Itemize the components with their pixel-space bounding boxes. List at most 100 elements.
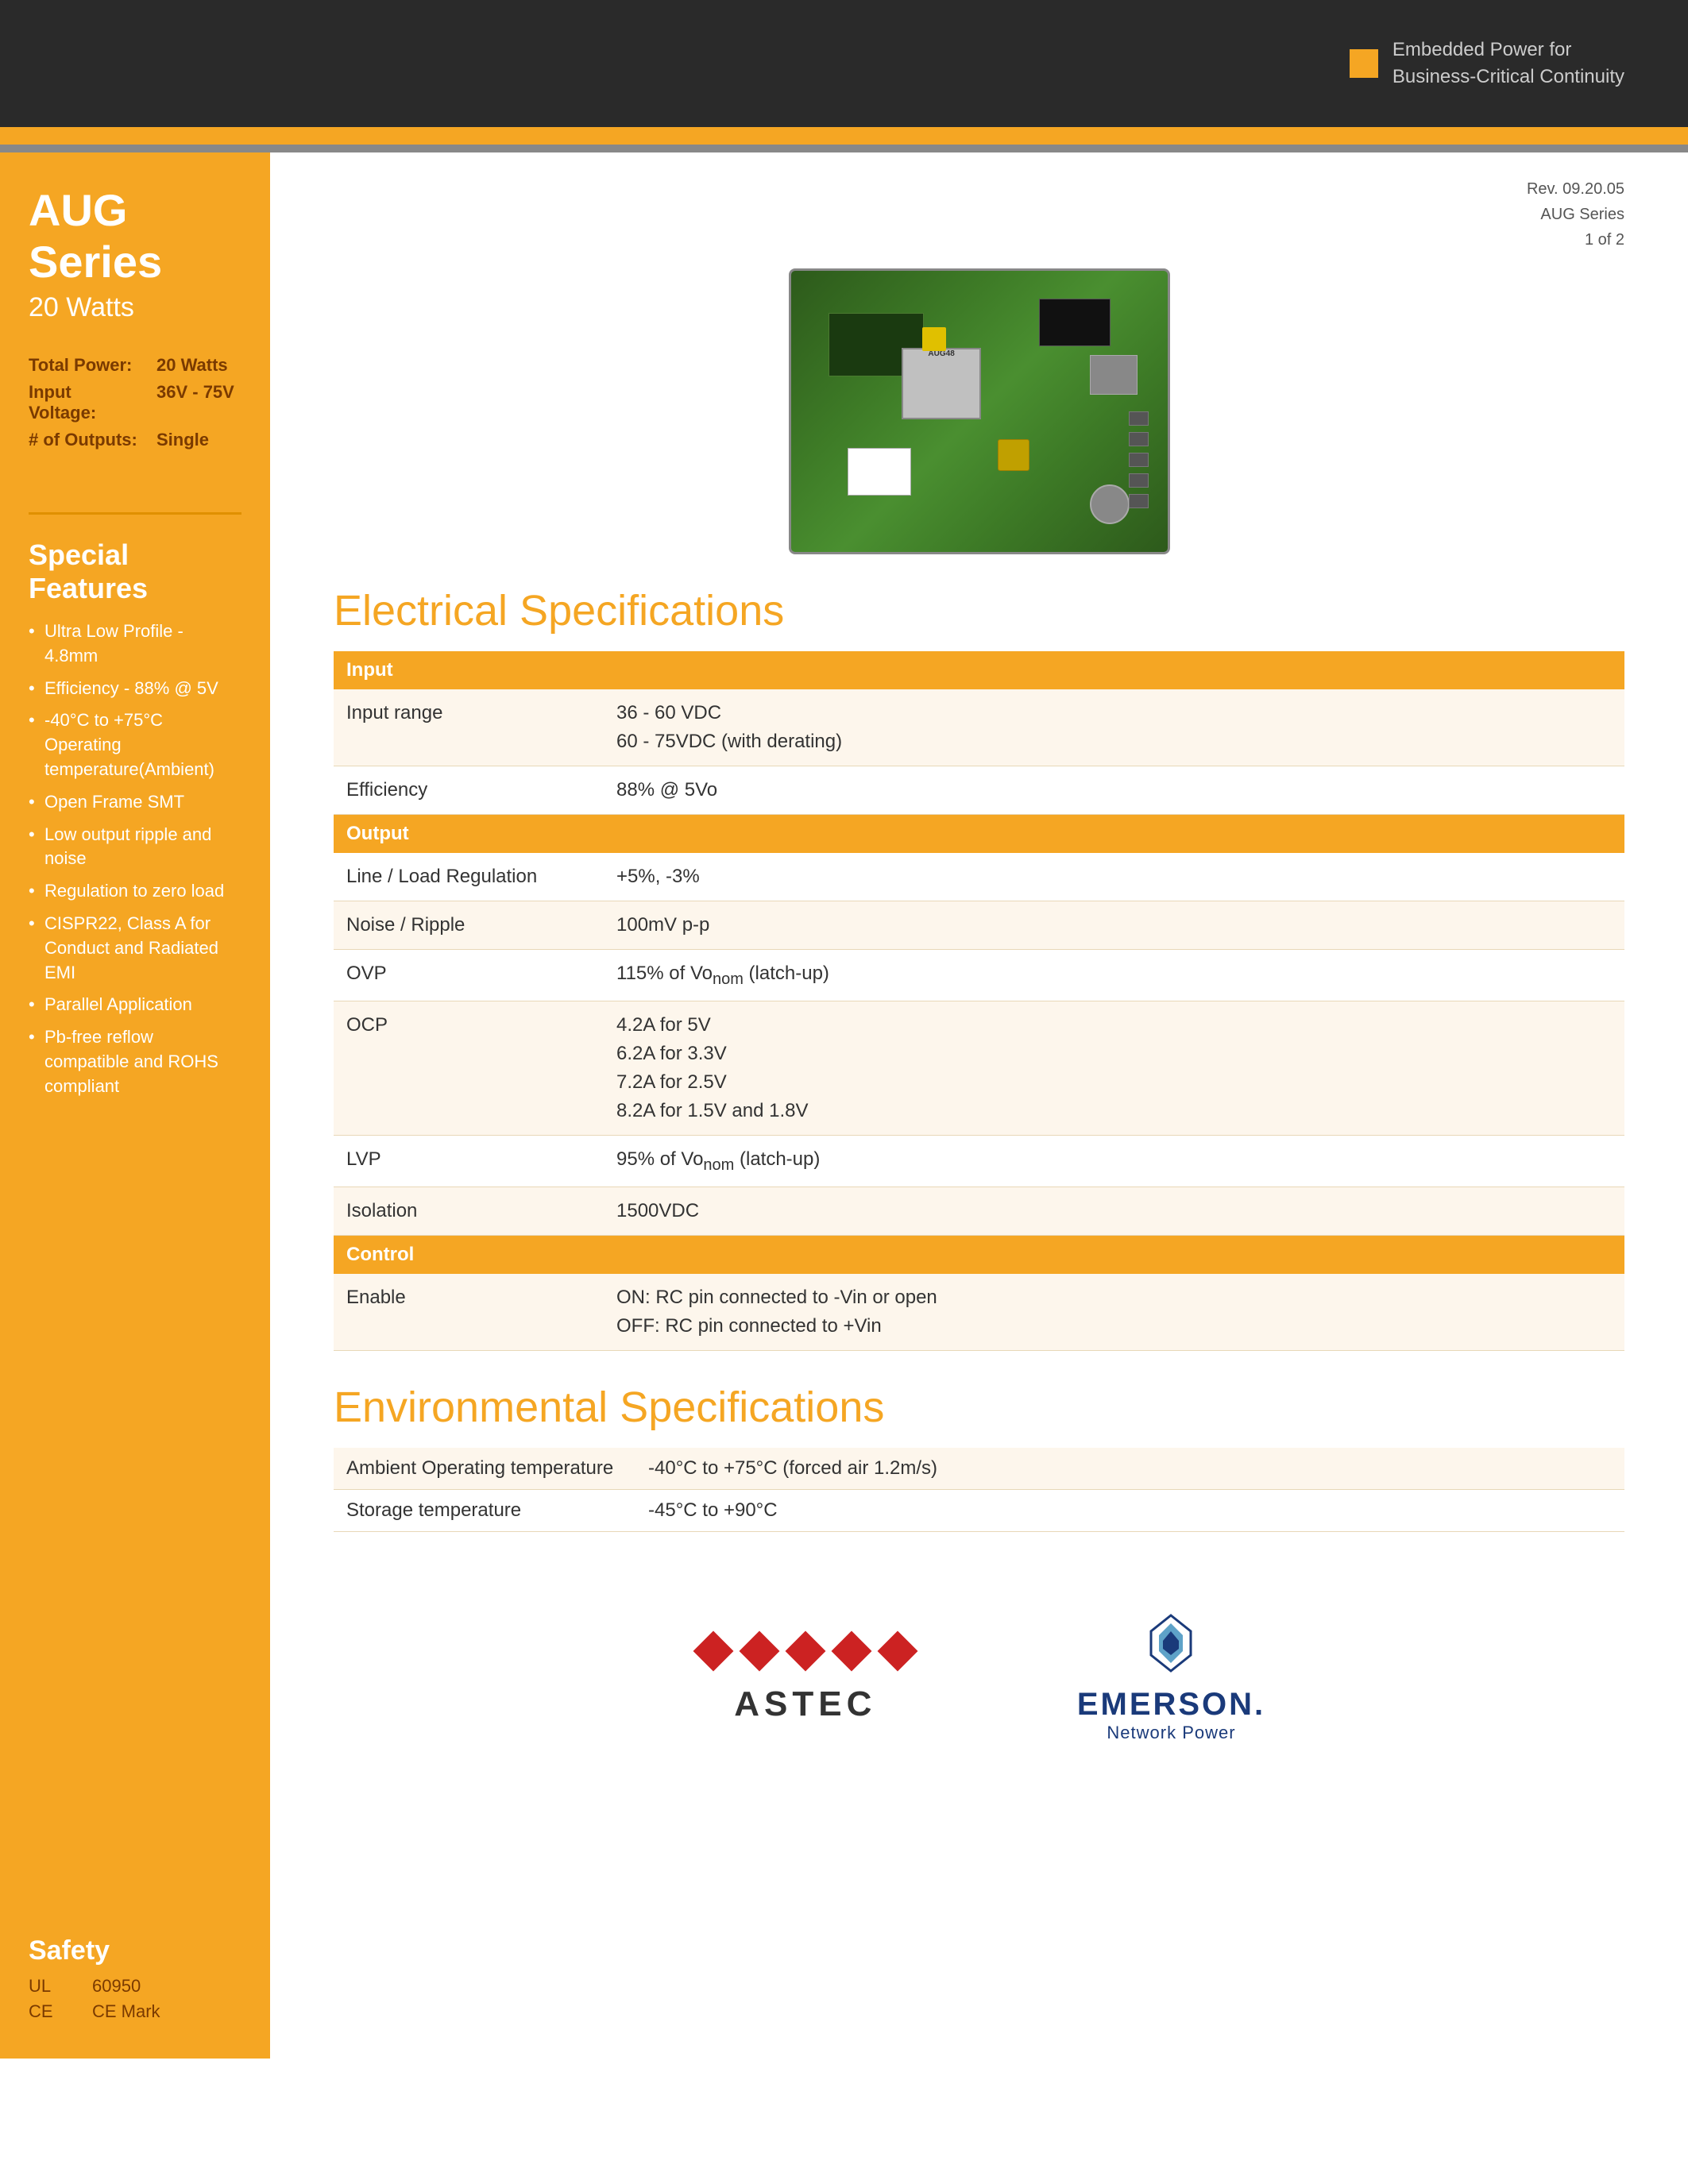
header: Embedded Power for Business-Critical Con…: [0, 0, 1688, 127]
environmental-specs-title: Environmental Specifications: [334, 1383, 1624, 1432]
product-image: AUG48: [789, 268, 1170, 554]
rev-line2: AUG Series: [334, 202, 1624, 227]
line-load-label: Line / Load Regulation: [334, 853, 604, 901]
electrical-specs-title: Electrical Specifications: [334, 586, 1624, 635]
output-header-row: Output: [334, 815, 1624, 854]
input-range-value: 36 - 60 VDC60 - 75VDC (with derating): [604, 689, 1624, 766]
tagline-line1: Embedded Power for: [1393, 37, 1624, 64]
electrical-specs-table: Input Input range 36 - 60 VDC60 - 75VDC …: [334, 651, 1624, 1351]
rev-line1: Rev. 09.20.05: [334, 176, 1624, 202]
control-header-row: Control: [334, 1235, 1624, 1274]
lvp-row: LVP 95% of Vonom (latch-up): [334, 1135, 1624, 1187]
feature-0: Ultra Low Profile - 4.8mm: [29, 619, 241, 669]
efficiency-row: Efficiency 88% @ 5Vo: [334, 766, 1624, 815]
content-area: Rev. 09.20.05 AUG Series 1 of 2 AUG48: [270, 152, 1688, 2059]
input-header-row: Input: [334, 651, 1624, 689]
efficiency-value: 88% @ 5Vo: [604, 766, 1624, 815]
rev-info: Rev. 09.20.05 AUG Series 1 of 2: [334, 152, 1624, 253]
header-tagline-text: Embedded Power for Business-Critical Con…: [1393, 37, 1624, 90]
line-load-value: +5%, -3%: [604, 853, 1624, 901]
storage-temp-value: -45°C to +90°C: [635, 1489, 1624, 1531]
header-tagline: Embedded Power for Business-Critical Con…: [1350, 37, 1624, 90]
enable-value: ON: RC pin connected to -Vin or open OFF…: [604, 1274, 1624, 1351]
series-title: AUG Series: [29, 184, 241, 287]
spec-value-outputs: Single: [156, 430, 209, 450]
emerson-logo: EMERSON. Network Power: [1077, 1611, 1265, 1743]
safety-row-ce: CE CE Mark: [29, 2001, 241, 2022]
isolation-label: Isolation: [334, 1187, 604, 1235]
emerson-icon: [1131, 1611, 1211, 1680]
footer-logos: ASTEC EMERSON. Network Power: [334, 1580, 1624, 1743]
emerson-brand-text: EMERSON.: [1077, 1687, 1265, 1723]
ovp-value: 115% of Vonom (latch-up): [604, 950, 1624, 1001]
storage-temp-row: Storage temperature -45°C to +90°C: [334, 1489, 1624, 1531]
ambient-temp-value: -40°C to +75°C (forced air 1.2m/s): [635, 1448, 1624, 1490]
control-header-cell: Control: [334, 1235, 1624, 1274]
emerson-sub-text: Network Power: [1107, 1723, 1235, 1743]
ovp-label: OVP: [334, 950, 604, 1001]
line-load-row: Line / Load Regulation +5%, -3%: [334, 853, 1624, 901]
gray-stripe: [0, 145, 1688, 152]
safety-value-ce: CE Mark: [92, 2001, 160, 2022]
safety-label-ul: UL: [29, 1976, 68, 1997]
rev-line3: 1 of 2: [334, 227, 1624, 253]
feature-4: Low output ripple and noise: [29, 823, 241, 872]
spec-value-power: 20 Watts: [156, 355, 228, 376]
noise-ripple-label: Noise / Ripple: [334, 901, 604, 950]
feature-2: -40°C to +75°C Operating temperature(Amb…: [29, 708, 241, 781]
spec-label-voltage: Input Voltage:: [29, 382, 144, 423]
feature-1: Efficiency - 88% @ 5V: [29, 677, 241, 701]
lvp-label: LVP: [334, 1135, 604, 1187]
feature-3: Open Frame SMT: [29, 790, 241, 815]
orange-stripe: [0, 127, 1688, 145]
spec-row-voltage: Input Voltage: 36V - 75V: [29, 382, 241, 423]
features-list: Ultra Low Profile - 4.8mm Efficiency - 8…: [29, 619, 241, 1107]
enable-label: Enable: [334, 1274, 604, 1351]
feature-7: Parallel Application: [29, 993, 241, 1017]
white-component: [848, 448, 911, 496]
sidebar: AUG Series 20 Watts Total Power: 20 Watt…: [0, 152, 270, 2059]
astec-brand-text: ASTEC: [734, 1684, 876, 1724]
features-title: Special Features: [29, 538, 241, 605]
astec-logo: ASTEC: [693, 1630, 918, 1724]
feature-6: CISPR22, Class A for Conduct and Radiate…: [29, 912, 241, 985]
storage-temp-label: Storage temperature: [334, 1489, 635, 1531]
spec-label-power: Total Power:: [29, 355, 144, 376]
environmental-specs-table: Ambient Operating temperature -40°C to +…: [334, 1448, 1624, 1532]
astec-diamonds: [693, 1630, 918, 1672]
ocp-row: OCP 4.2A for 5V 6.2A for 3.3V 7.2A for 2…: [334, 1001, 1624, 1135]
sidebar-safety: Safety UL 60950 CE CE Mark: [29, 1904, 241, 2027]
isolation-value: 1500VDC: [604, 1187, 1624, 1235]
safety-label-ce: CE: [29, 2001, 68, 2022]
spec-value-voltage: 36V - 75V: [156, 382, 234, 423]
spec-row-outputs: # of Outputs: Single: [29, 430, 241, 450]
product-image-area: AUG48: [334, 268, 1624, 554]
ambient-temp-label: Ambient Operating temperature: [334, 1448, 635, 1490]
noise-ripple-row: Noise / Ripple 100mV p-p: [334, 901, 1624, 950]
ovp-row: OVP 115% of Vonom (latch-up): [334, 950, 1624, 1001]
feature-8: Pb-free reflow compatible and ROHS compl…: [29, 1025, 241, 1098]
input-header-cell: Input: [334, 651, 1624, 689]
feature-5: Regulation to zero load: [29, 879, 241, 904]
input-range-label: Input range: [334, 689, 604, 766]
efficiency-label: Efficiency: [334, 766, 604, 815]
spec-label-outputs: # of Outputs:: [29, 430, 144, 450]
main-container: AUG Series 20 Watts Total Power: 20 Watt…: [0, 152, 1688, 2059]
output-header-cell: Output: [334, 815, 1624, 854]
lvp-value: 95% of Vonom (latch-up): [604, 1135, 1624, 1187]
ambient-temp-row: Ambient Operating temperature -40°C to +…: [334, 1448, 1624, 1490]
sidebar-divider: [29, 512, 241, 515]
input-range-row: Input range 36 - 60 VDC60 - 75VDC (with …: [334, 689, 1624, 766]
safety-title: Safety: [29, 1935, 241, 1966]
header-orange-accent: [1350, 49, 1378, 78]
sidebar-specs: Total Power: 20 Watts Input Voltage: 36V…: [29, 355, 241, 457]
isolation-row: Isolation 1500VDC: [334, 1187, 1624, 1235]
noise-ripple-value: 100mV p-p: [604, 901, 1624, 950]
safety-row-ul: UL 60950: [29, 1976, 241, 1997]
series-subtitle: 20 Watts: [29, 292, 241, 323]
main-chip: AUG48: [902, 348, 981, 419]
tagline-line2: Business-Critical Continuity: [1393, 64, 1624, 91]
ocp-label: OCP: [334, 1001, 604, 1135]
ocp-value: 4.2A for 5V 6.2A for 3.3V 7.2A for 2.5V …: [604, 1001, 1624, 1135]
spec-row-power: Total Power: 20 Watts: [29, 355, 241, 376]
